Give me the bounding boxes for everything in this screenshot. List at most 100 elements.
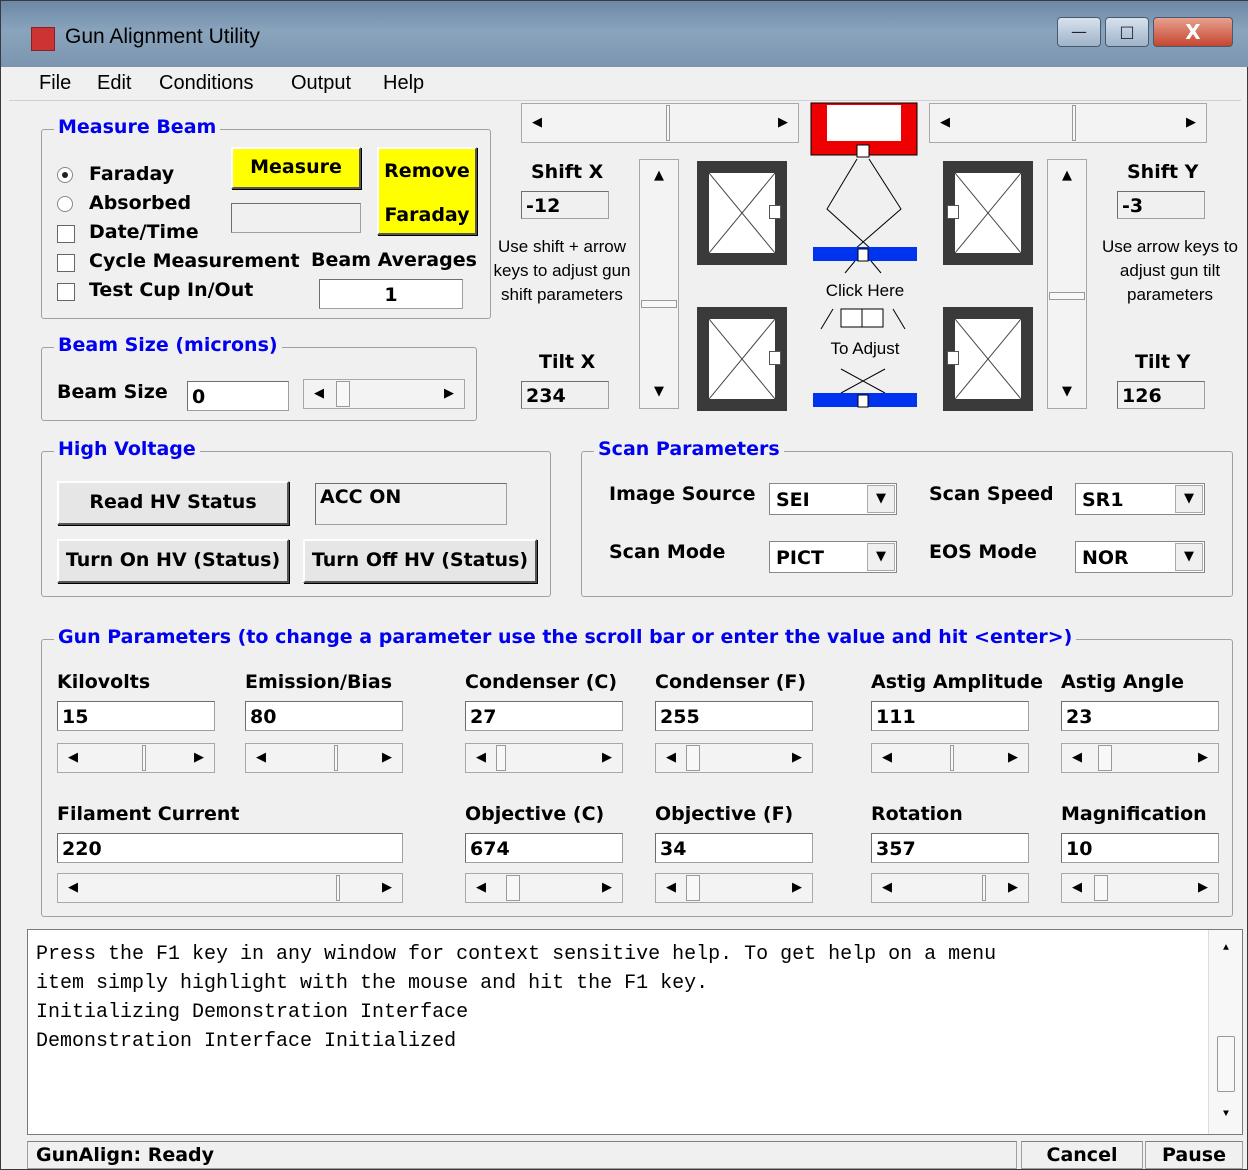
title-bar[interactable]: Gun Alignment Utility — □ X [1,1,1248,67]
condenser-c-field[interactable]: 27 [465,701,623,731]
kilovolts-scrollbar[interactable]: ◀ ▶ [57,743,215,773]
scroll-right-icon[interactable]: ▶ [593,875,621,901]
magnification-scrollbar[interactable]: ◀ ▶ [1061,873,1219,903]
scroll-left-icon[interactable]: ◀ [305,381,333,407]
astig-angle-field[interactable]: 23 [1061,701,1219,731]
scroll-up-icon[interactable]: ▲ [1210,934,1242,964]
console-output[interactable]: Press the F1 key in any window for conte… [27,929,1243,1135]
scroll-right-icon[interactable]: ▶ [593,745,621,771]
emission-field[interactable]: 80 [245,701,403,731]
scroll-thumb[interactable] [686,745,700,771]
astig-angle-scrollbar[interactable]: ◀ ▶ [1061,743,1219,773]
scroll-down-icon[interactable]: ▼ [1049,377,1085,407]
scroll-thumb[interactable] [950,745,954,771]
menu-file[interactable]: File [39,72,71,95]
image-source-select[interactable]: SEI ▼ [769,483,897,515]
pause-button[interactable]: Pause [1145,1141,1243,1169]
scroll-right-icon[interactable]: ▶ [1177,105,1205,141]
tilt-x-coil-icon[interactable] [697,307,787,411]
scroll-left-icon[interactable]: ◀ [873,745,901,771]
objective-c-scrollbar[interactable]: ◀ ▶ [465,873,623,903]
scroll-thumb[interactable] [666,105,670,141]
scroll-left-icon[interactable]: ◀ [657,875,685,901]
scroll-thumb[interactable] [496,745,506,771]
scroll-thumb[interactable] [641,300,677,308]
turn-on-hv-button[interactable]: Turn On HV (Status) [57,539,289,583]
scroll-up-icon[interactable]: ▲ [641,161,677,191]
eos-mode-select[interactable]: NOR ▼ [1075,541,1205,573]
scroll-thumb[interactable] [1217,1036,1235,1092]
filament-current-scrollbar[interactable]: ◀ ▶ [57,873,403,903]
kilovolts-field[interactable]: 15 [57,701,215,731]
scroll-left-icon[interactable]: ◀ [523,105,551,141]
scroll-thumb[interactable] [1072,105,1076,141]
scan-mode-select[interactable]: PICT ▼ [769,541,897,573]
scroll-right-icon[interactable]: ▶ [1189,745,1217,771]
menu-edit[interactable]: Edit [97,72,131,95]
menu-output[interactable]: Output [291,72,351,95]
scroll-right-icon[interactable]: ▶ [999,745,1027,771]
scroll-right-icon[interactable]: ▶ [185,745,213,771]
filament-current-field[interactable]: 220 [57,833,403,863]
gun-beam-diagram-icon[interactable] [809,101,921,413]
rotation-field[interactable]: 357 [871,833,1029,863]
tilt-x-scrollbar[interactable]: ▲ ▼ [639,159,679,409]
scroll-down-icon[interactable]: ▼ [641,377,677,407]
emission-scrollbar[interactable]: ◀ ▶ [245,743,403,773]
remove-faraday-button[interactable]: Remove Faraday [377,147,477,235]
faraday-radio[interactable] [57,167,73,183]
cancel-button[interactable]: Cancel [1021,1141,1143,1169]
condenser-f-field[interactable]: 255 [655,701,813,731]
scroll-left-icon[interactable]: ◀ [1063,875,1091,901]
measure-button[interactable]: Measure [231,147,361,189]
astig-amplitude-field[interactable]: 111 [871,701,1029,731]
scroll-thumb[interactable] [506,875,520,901]
scroll-right-icon[interactable]: ▶ [783,745,811,771]
console-scrollbar[interactable]: ▲ ▼ [1208,930,1242,1134]
chevron-down-icon[interactable]: ▼ [1175,543,1203,571]
scroll-left-icon[interactable]: ◀ [59,745,87,771]
scroll-right-icon[interactable]: ▶ [769,105,797,141]
chevron-down-icon[interactable]: ▼ [867,543,895,571]
chevron-down-icon[interactable]: ▼ [867,485,895,513]
minimize-icon[interactable]: — [1057,17,1101,47]
scroll-left-icon[interactable]: ◀ [59,875,87,901]
scroll-thumb[interactable] [336,381,350,407]
beam-size-scrollbar[interactable]: ◀ ▶ [303,379,465,409]
rotation-scrollbar[interactable]: ◀ ▶ [871,873,1029,903]
scroll-down-icon[interactable]: ▼ [1210,1100,1242,1130]
read-hv-status-button[interactable]: Read HV Status [57,481,289,525]
datetime-checkbox[interactable] [57,225,75,243]
scroll-left-icon[interactable]: ◀ [931,105,959,141]
scroll-left-icon[interactable]: ◀ [467,875,495,901]
scroll-thumb[interactable] [336,875,340,901]
objective-f-field[interactable]: 34 [655,833,813,863]
scroll-thumb[interactable] [686,875,700,901]
scroll-right-icon[interactable]: ▶ [783,875,811,901]
test-cup-checkbox[interactable] [57,283,75,301]
chevron-down-icon[interactable]: ▼ [1175,485,1203,513]
scroll-left-icon[interactable]: ◀ [1063,745,1091,771]
scroll-right-icon[interactable]: ▶ [373,745,401,771]
objective-c-field[interactable]: 674 [465,833,623,863]
scroll-right-icon[interactable]: ▶ [373,875,401,901]
shift-y-scrollbar[interactable]: ◀ ▶ [929,103,1207,143]
beam-size-field[interactable]: 0 [187,381,289,411]
scroll-right-icon[interactable]: ▶ [1189,875,1217,901]
shift-y-coil-icon[interactable] [943,161,1033,265]
scroll-left-icon[interactable]: ◀ [247,745,275,771]
scroll-left-icon[interactable]: ◀ [467,745,495,771]
scroll-thumb[interactable] [1094,875,1108,901]
cycle-measurement-checkbox[interactable] [57,254,75,272]
scroll-right-icon[interactable]: ▶ [435,381,463,407]
menu-help[interactable]: Help [383,72,424,95]
scroll-thumb[interactable] [334,745,338,771]
shift-x-scrollbar[interactable]: ◀ ▶ [521,103,799,143]
tilt-y-scrollbar[interactable]: ▲ ▼ [1047,159,1087,409]
objective-f-scrollbar[interactable]: ◀ ▶ [655,873,813,903]
scroll-up-icon[interactable]: ▲ [1049,161,1085,191]
maximize-icon[interactable]: □ [1105,17,1149,47]
scan-speed-select[interactable]: SR1 ▼ [1075,483,1205,515]
menu-conditions[interactable]: Conditions [159,72,254,95]
scroll-thumb[interactable] [142,745,146,771]
